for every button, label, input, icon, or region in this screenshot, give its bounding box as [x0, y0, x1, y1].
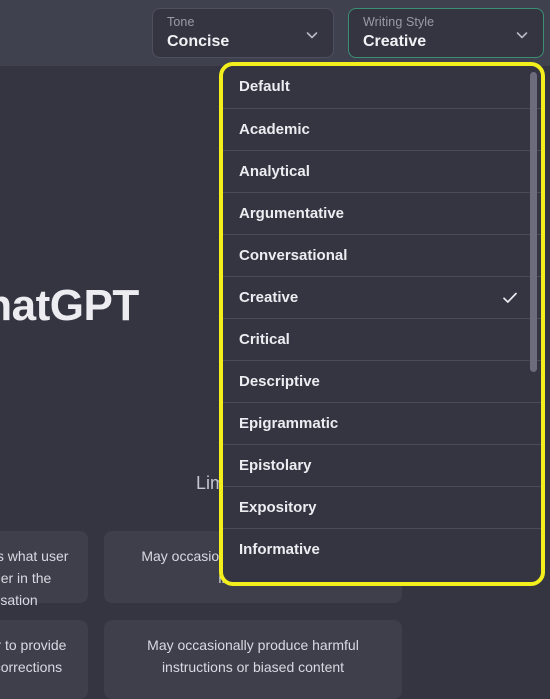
dropdown-item-label: Epigrammatic [239, 415, 339, 432]
check-icon [501, 277, 519, 319]
dropdown-item-label: Conversational [239, 247, 348, 264]
tone-selector-value: Concise [167, 33, 230, 50]
dropdown-item-analytical[interactable]: Analytical [223, 150, 541, 192]
dropdown-scrollbar-thumb[interactable] [530, 72, 537, 372]
dropdown-item-conversational[interactable]: Conversational [223, 234, 541, 276]
tone-selector[interactable]: Tone Concise [152, 8, 334, 58]
dropdown-item-expository[interactable]: Expository [223, 486, 541, 528]
dropdown-item-default[interactable]: Default [223, 66, 541, 108]
writing-style-dropdown[interactable]: Default Academic Analytical Argumentative Co… [223, 66, 541, 582]
dropdown-item-academic[interactable]: Academic [223, 108, 541, 150]
writing-style-selector[interactable]: Writing Style Creative [348, 8, 544, 58]
dropdown-item-epigrammatic[interactable]: Epigrammatic [223, 402, 541, 444]
dropdown-list[interactable]: Default Academic Analytical Argumentative Co… [223, 66, 541, 582]
dropdown-item-label: Argumentative [239, 205, 345, 222]
dropdown-item-critical[interactable]: Critical [223, 318, 541, 360]
chevron-down-icon [305, 28, 319, 42]
list-item[interactable]: Allows user to provide follow-up correct… [0, 620, 88, 699]
dropdown-item-descriptive[interactable]: Descriptive [223, 360, 541, 402]
dropdown-item-label: Academic [239, 121, 310, 138]
dropdown-item-label: Descriptive [239, 373, 320, 390]
dropdown-item-label: Default [239, 78, 290, 95]
list-item[interactable]: Remembers what user said earlier in the … [0, 531, 88, 608]
dropdown-item-label: Analytical [239, 163, 310, 180]
dropdown-item-label: Informative [239, 541, 320, 558]
dropdown-item-epistolary[interactable]: Epistolary [223, 444, 541, 486]
tone-selector-label: Tone [167, 15, 195, 29]
dropdown-item-label: Expository [239, 499, 317, 516]
dropdown-item-label: Creative [239, 289, 299, 306]
dropdown-scrollbar[interactable] [530, 72, 537, 576]
chevron-down-icon [515, 28, 529, 42]
list-item[interactable]: May occasionally produce harmful instruc… [104, 620, 402, 699]
dropdown-item-informative[interactable]: Informative [223, 528, 541, 570]
writing-style-selector-value: Creative [363, 33, 427, 50]
dropdown-item-argumentative[interactable]: Argumentative [223, 192, 541, 234]
dropdown-item-label: Critical [239, 331, 290, 348]
writing-style-selector-label: Writing Style [363, 15, 435, 29]
dropdown-item-creative[interactable]: Creative [223, 276, 541, 318]
screen-root: ChatGPT Limitations Remembers what user … [0, 0, 550, 699]
page-title: ChatGPT [0, 281, 139, 330]
dropdown-item-label: Epistolary [239, 457, 312, 474]
